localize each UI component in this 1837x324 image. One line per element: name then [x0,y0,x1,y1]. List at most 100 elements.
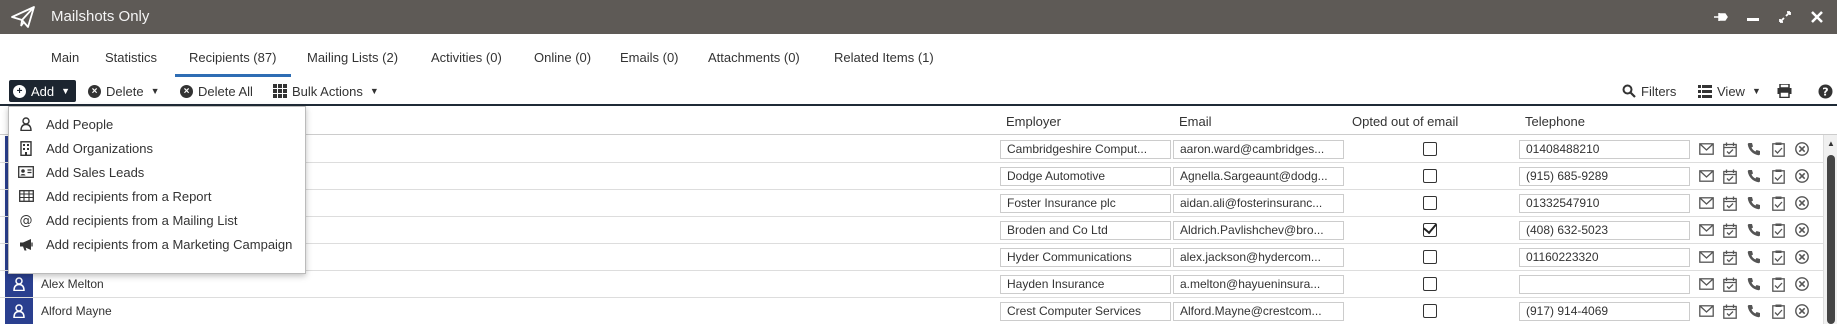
opted-out-checkbox[interactable] [1423,169,1437,183]
clipboard-icon[interactable] [1770,303,1786,319]
phone-icon[interactable] [1746,249,1762,265]
telephone-cell[interactable]: 01160223320 [1519,248,1690,267]
phone-icon[interactable] [1746,222,1762,238]
clipboard-icon[interactable] [1770,168,1786,184]
add-menu-item[interactable]: @ Add recipients from a Mailing List [9,207,305,233]
remove-circle-icon[interactable] [1794,168,1810,184]
envelope-icon[interactable] [1698,168,1714,184]
telephone-cell[interactable] [1519,275,1690,294]
employer-cell[interactable]: Cambridgeshire Comput... [1000,140,1171,159]
email-cell[interactable]: Agnella.Sargeaunt@dodg... [1173,167,1344,186]
remove-circle-icon[interactable] [1794,222,1810,238]
opted-out-checkbox[interactable] [1423,304,1437,318]
calendar-icon[interactable] [1722,168,1738,184]
email-cell[interactable]: Aldrich.Pavlishchev@bro... [1173,221,1344,240]
add-menu-item[interactable]: Add People [9,111,305,137]
calendar-icon[interactable] [1722,222,1738,238]
employer-cell[interactable]: Hyder Communications [1000,248,1171,267]
tab-attachments[interactable]: Attachments (0) [708,50,800,65]
clipboard-icon[interactable] [1770,195,1786,211]
pin-icon[interactable] [1711,7,1731,27]
add-menu-item[interactable]: Add recipients from a Marketing Campaign [9,231,305,257]
tab-mailing-lists[interactable]: Mailing Lists (2) [307,50,398,65]
scroll-thumb[interactable] [1827,155,1835,324]
email-cell[interactable]: alex.jackson@hydercom... [1173,248,1344,267]
vertical-scrollbar[interactable]: ▲ [1823,135,1837,324]
clipboard-icon[interactable] [1770,222,1786,238]
calendar-icon[interactable] [1722,195,1738,211]
column-header-telephone[interactable]: Telephone [1525,114,1585,129]
phone-icon[interactable] [1746,276,1762,292]
table-row[interactable]: Alford Mayne Crest Computer Services Alfor… [0,298,1823,324]
phone-icon[interactable] [1746,195,1762,211]
clipboard-icon[interactable] [1770,276,1786,292]
table-row[interactable]: Alex Melton Hayden Insurance a.melton@hayu… [0,271,1823,298]
add-menu-item[interactable]: Add Sales Leads [9,159,305,185]
tab-related-items[interactable]: Related Items (1) [834,50,934,65]
telephone-cell[interactable]: (408) 632-5023 [1519,221,1690,240]
column-header-opted-out[interactable]: Opted out of email [1352,114,1458,129]
clipboard-icon[interactable] [1770,141,1786,157]
filters-button[interactable]: Filters [1622,80,1676,102]
calendar-icon[interactable] [1722,249,1738,265]
envelope-icon[interactable] [1698,195,1714,211]
opted-out-checkbox[interactable] [1423,277,1437,291]
tab-main[interactable]: Main [51,50,79,65]
opted-out-checkbox[interactable] [1423,250,1437,264]
close-icon[interactable] [1807,7,1827,27]
employer-cell[interactable]: Crest Computer Services [1000,302,1171,321]
email-cell[interactable]: Alford.Mayne@crestcom... [1173,302,1344,321]
tab-online[interactable]: Online (0) [534,50,591,65]
phone-icon[interactable] [1746,141,1762,157]
recipient-name[interactable]: Alex Melton [41,277,104,291]
tab-activities[interactable]: Activities (0) [431,50,502,65]
print-icon[interactable] [1777,80,1792,102]
calendar-icon[interactable] [1722,141,1738,157]
employer-cell[interactable]: Hayden Insurance [1000,275,1171,294]
employer-cell[interactable]: Broden and Co Ltd [1000,221,1171,240]
opted-out-checkbox[interactable] [1423,142,1437,156]
telephone-cell[interactable]: (915) 685-9289 [1519,167,1690,186]
add-menu-item[interactable]: Add recipients from a Report [9,183,305,209]
envelope-icon[interactable] [1698,303,1714,319]
employer-cell[interactable]: Foster Insurance plc [1000,194,1171,213]
remove-circle-icon[interactable] [1794,195,1810,211]
column-header-employer[interactable]: Employer [1006,114,1061,129]
telephone-cell[interactable]: 01408488210 [1519,140,1690,159]
remove-circle-icon[interactable] [1794,249,1810,265]
opted-out-checkbox[interactable] [1423,223,1437,237]
remove-circle-icon[interactable] [1794,276,1810,292]
column-header-email[interactable]: Email [1179,114,1212,129]
delete-button[interactable]: × Delete ▼ [88,80,160,102]
envelope-icon[interactable] [1698,222,1714,238]
minimize-icon[interactable] [1743,7,1763,27]
remove-circle-icon[interactable] [1794,141,1810,157]
restore-icon[interactable] [1775,7,1795,27]
tab-statistics[interactable]: Statistics [105,50,157,65]
add-button[interactable]: + Add ▼ [9,80,77,102]
envelope-icon[interactable] [1698,276,1714,292]
calendar-icon[interactable] [1722,303,1738,319]
clipboard-icon[interactable] [1770,249,1786,265]
phone-icon[interactable] [1746,168,1762,184]
scroll-up-icon[interactable]: ▲ [1827,139,1835,148]
help-icon[interactable]: ? [1818,80,1833,102]
calendar-icon[interactable] [1722,276,1738,292]
remove-circle-icon[interactable] [1794,303,1810,319]
email-cell[interactable]: aidan.ali@fosterinsuranc... [1173,194,1344,213]
phone-icon[interactable] [1746,303,1762,319]
view-button[interactable]: View ▼ [1698,80,1761,102]
envelope-icon[interactable] [1698,141,1714,157]
recipient-name[interactable]: Alford Mayne [41,304,112,318]
tab-recipients[interactable]: Recipients (87) [189,50,276,65]
telephone-cell[interactable]: (917) 914-4069 [1519,302,1690,321]
email-cell[interactable]: a.melton@hayueninsura... [1173,275,1344,294]
bulk-actions-button[interactable]: Bulk Actions ▼ [273,80,379,102]
telephone-cell[interactable]: 01332547910 [1519,194,1690,213]
email-cell[interactable]: aaron.ward@cambridges... [1173,140,1344,159]
opted-out-checkbox[interactable] [1423,196,1437,210]
tab-emails[interactable]: Emails (0) [620,50,679,65]
delete-all-button[interactable]: × Delete All [180,80,253,102]
envelope-icon[interactable] [1698,249,1714,265]
employer-cell[interactable]: Dodge Automotive [1000,167,1171,186]
